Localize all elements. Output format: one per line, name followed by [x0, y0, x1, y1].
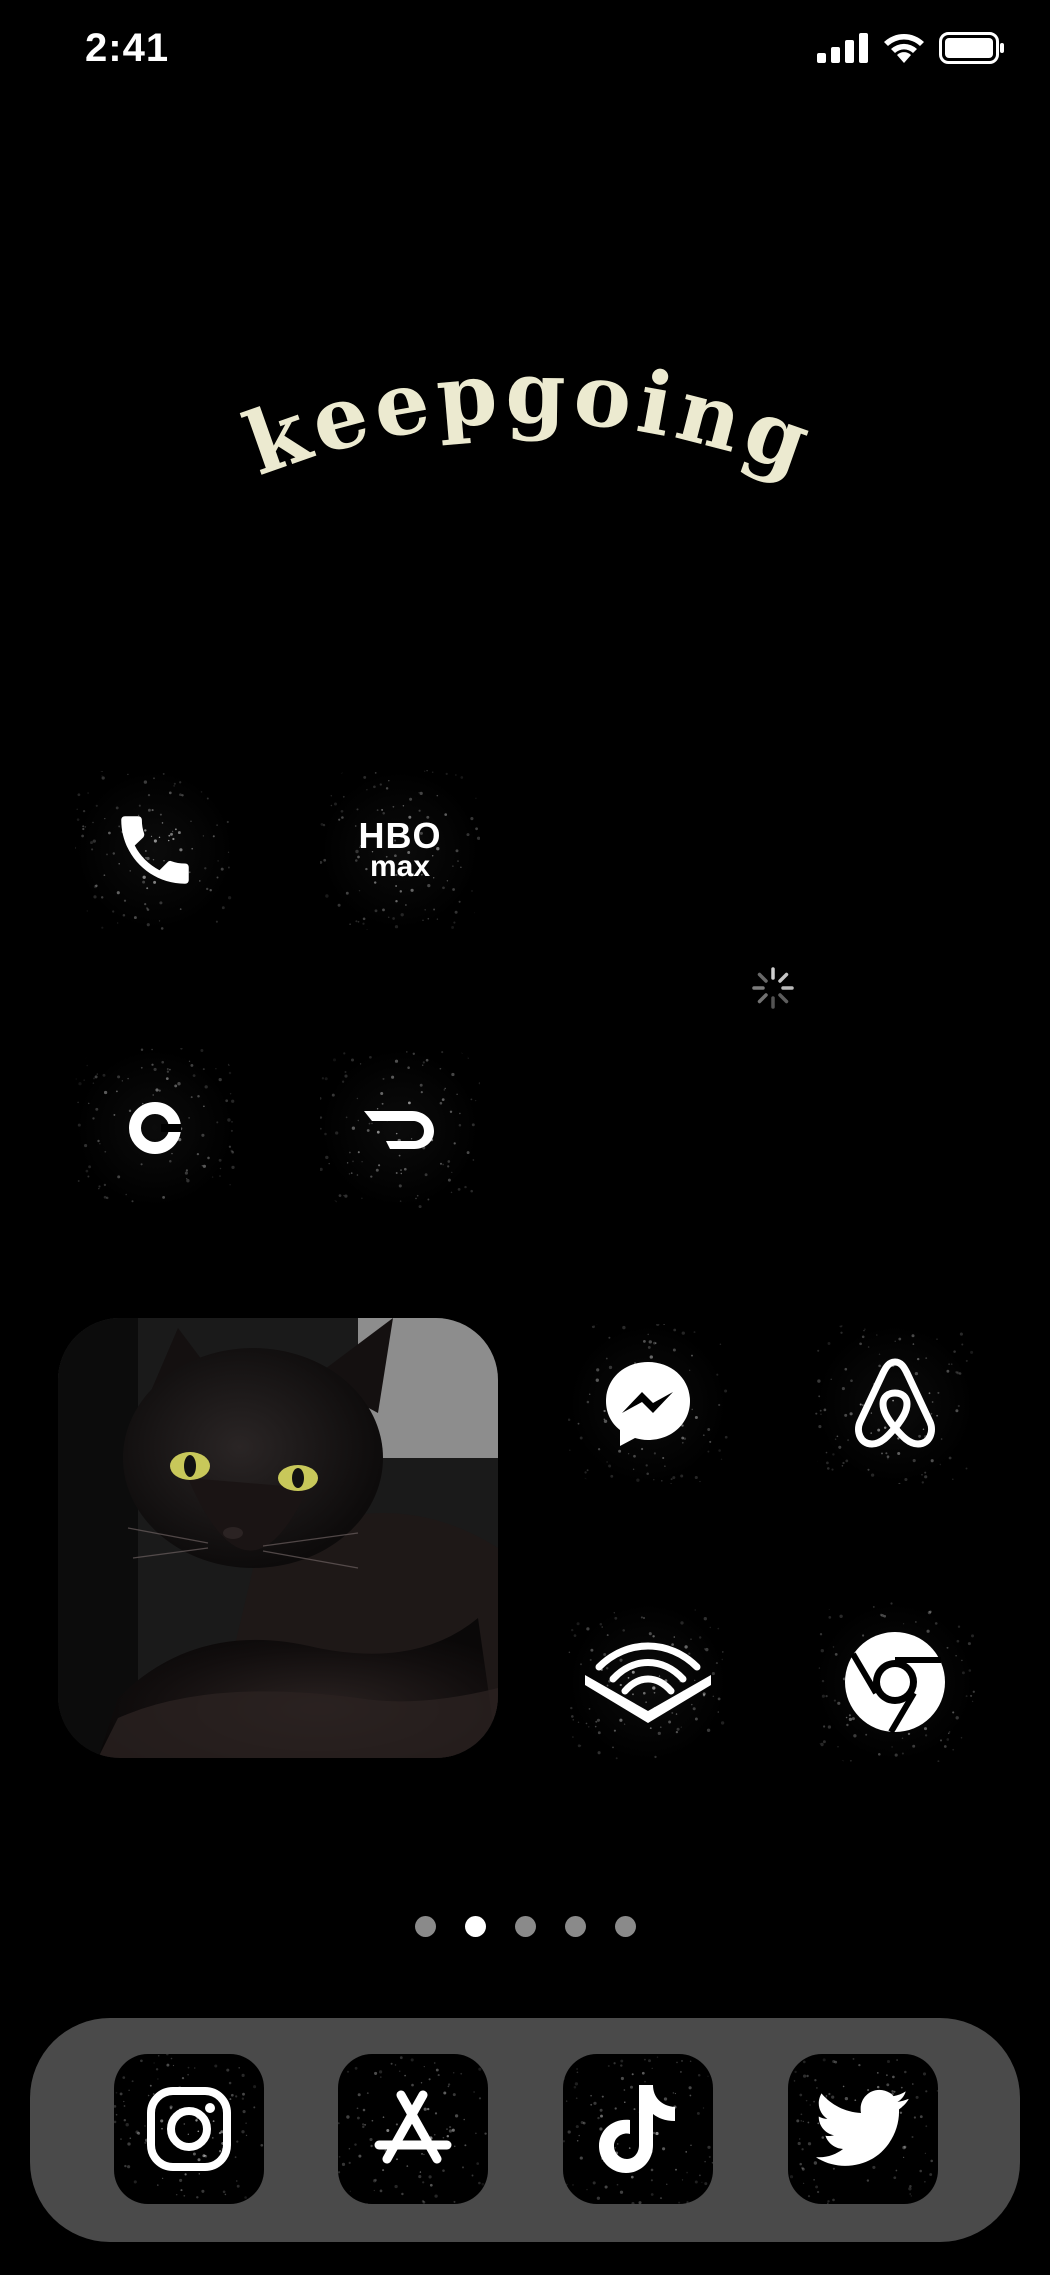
- app-phone[interactable]: [75, 770, 235, 930]
- wifi-icon: [884, 34, 924, 63]
- page-dot[interactable]: [514, 1916, 536, 1937]
- keep-going-curved-text: keepgoing: [232, 342, 828, 495]
- widget-text: keepgoing: [232, 342, 828, 495]
- status-icons: [817, 32, 1005, 64]
- page-dot[interactable]: [414, 1916, 436, 1937]
- clock-time: 2:41: [85, 26, 170, 70]
- text-widget[interactable]: keepgoing: [220, 330, 840, 510]
- hbo-label-top: HBO: [358, 815, 442, 856]
- app-audible[interactable]: [568, 1602, 728, 1762]
- dock-app-app-store[interactable]: [338, 2054, 488, 2204]
- page-dot-active[interactable]: [464, 1916, 486, 1937]
- photo-widget[interactable]: [58, 1318, 498, 1758]
- instagram-icon: [147, 2087, 231, 2171]
- airbnb-icon: [855, 1358, 935, 1448]
- messenger-icon: [606, 1362, 690, 1446]
- page-indicator[interactable]: [0, 1916, 1050, 1937]
- chrome-icon: [845, 1632, 945, 1734]
- app-chrome[interactable]: [815, 1602, 975, 1762]
- dock-app-twitter[interactable]: [788, 2054, 938, 2204]
- app-messenger[interactable]: [568, 1324, 728, 1484]
- audible-icon: [585, 1642, 711, 1723]
- app-store-icon: [374, 2090, 452, 2164]
- dock: [30, 2018, 1020, 2242]
- uber-icon: [129, 1102, 181, 1154]
- app-uber[interactable]: [75, 1048, 235, 1208]
- hbo-label-bottom: max: [369, 850, 431, 883]
- dock-app-instagram[interactable]: [114, 2054, 264, 2204]
- status-bar: 2:41: [0, 0, 1050, 110]
- loading-spinner-icon: [752, 967, 794, 1009]
- cellular-signal-icon: [817, 33, 868, 63]
- phone-icon: [121, 816, 189, 884]
- page-dot[interactable]: [564, 1916, 586, 1937]
- dock-app-tiktok[interactable]: [563, 2054, 713, 2204]
- twitter-icon: [816, 2089, 909, 2166]
- hbo-max-icon: HBO max: [320, 770, 480, 930]
- tiktok-icon: [599, 2085, 675, 2173]
- black-cat-photo: [58, 1318, 498, 1758]
- battery-icon: [939, 32, 1004, 64]
- doordash-icon: [364, 1111, 434, 1149]
- app-hbo-max[interactable]: HBO max: [320, 770, 480, 930]
- app-airbnb[interactable]: [815, 1324, 975, 1484]
- page-dot[interactable]: [614, 1916, 636, 1937]
- app-doordash[interactable]: [320, 1048, 480, 1208]
